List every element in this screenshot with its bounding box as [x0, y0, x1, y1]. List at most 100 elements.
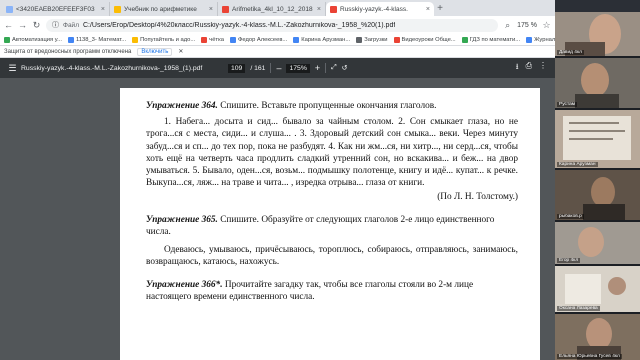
- bookmark-label: Видеоуроки Обще...: [401, 36, 456, 43]
- tab-favicon-icon: [6, 5, 13, 13]
- bookmark-icon: [201, 36, 208, 43]
- bookmark-icon: [4, 36, 10, 43]
- print-icon[interactable]: ⎙: [526, 61, 532, 75]
- zoom-in-button[interactable]: +: [315, 63, 320, 73]
- exercise-364-title: Упражнение 364.: [146, 101, 218, 111]
- pdf-actions: ⭳ ⎙ ⋮: [516, 61, 547, 75]
- tab-label: <3420EAEB20EFEEF3F03: [16, 5, 95, 13]
- participant-name: Егор 4кл: [557, 258, 581, 263]
- bookmark-icon: [461, 36, 468, 43]
- fit-page-icon[interactable]: ⤢: [331, 64, 336, 72]
- exercise-365-title: Упражнение 365.: [146, 214, 218, 225]
- exercise-365-heading: Упражнение 365. Спишите. Образуйте от сл…: [146, 214, 518, 238]
- zoom-indicator[interactable]: 175 %: [517, 22, 537, 29]
- rotate-icon[interactable]: ↺: [342, 64, 348, 72]
- bookmark-icon: [67, 36, 74, 43]
- tab-strip: <3420EAEB20EFEEF3F03 × Учебник по арифмет…: [0, 0, 555, 16]
- participant-name: Рустам: [557, 102, 578, 107]
- tab-1[interactable]: Учебник по арифметике ×: [110, 2, 218, 16]
- exercise-366-heading: Упражнение 366*. Прочитайте загадку так,…: [146, 279, 518, 303]
- forward-icon[interactable]: →: [18, 20, 27, 30]
- participant-video: [575, 63, 619, 108]
- bookmark-item[interactable]: 1138_3- Математ...: [67, 36, 127, 43]
- bookmark-icon: [526, 36, 533, 43]
- browser-window: <3420EAEB20EFEEF3F03 × Учебник по арифмет…: [0, 0, 583, 360]
- zoom-out-button[interactable]: –: [276, 63, 281, 73]
- download-icon[interactable]: ⭳: [516, 61, 519, 75]
- browser-toolbar: ← → ↻ ⓘ Файл C:/Users/Егор/Desktop/4%20к…: [0, 16, 555, 34]
- pdf-page: Упражнение 364. Спишите. Вставьте пропущ…: [120, 88, 540, 360]
- bookmark-icon: [132, 36, 139, 43]
- participant-video: [583, 177, 625, 220]
- close-icon[interactable]: ×: [101, 6, 105, 13]
- close-icon[interactable]: ×: [317, 6, 321, 13]
- url-scheme: Файл: [63, 21, 79, 29]
- bookmark-label: Карина Арузман...: [301, 36, 351, 43]
- bookmark-label: чётка: [209, 36, 224, 43]
- infobar-text: Защита от вредоносных программ отключена: [4, 48, 132, 55]
- divider: [270, 63, 272, 73]
- participant-tile[interactable]: Карина Арузман: [555, 110, 640, 168]
- tab-0[interactable]: <3420EAEB20EFEEF3F03 ×: [2, 2, 110, 16]
- participant-tile[interactable]: Рустам: [555, 58, 640, 108]
- pdf-filename: Russkiy-yazyk.-4-klass.-M.L.-Zakozhurnik…: [21, 64, 203, 72]
- tab-label: Russkiy-yazyk.-4-klass.: [340, 5, 408, 13]
- page-number-input[interactable]: 109: [228, 63, 246, 73]
- close-icon[interactable]: ×: [209, 6, 213, 13]
- folder-icon: [356, 36, 363, 43]
- zoom-input[interactable]: 175%: [286, 63, 310, 73]
- pdf-page-controls: 109 / 161 – 175% + ⤢ ↺: [228, 63, 347, 73]
- tab-2[interactable]: Arifmetika_4kl_10_12_2018 ×: [218, 2, 326, 16]
- bookmark-item[interactable]: чётка: [201, 36, 224, 43]
- participant-name: Давид 4кл: [557, 50, 584, 55]
- bookmark-label: Загрузки: [364, 36, 388, 43]
- bookmark-label: ГДЗ по математи...: [469, 36, 521, 43]
- bookmark-item[interactable]: Попугайтель и адо...: [132, 36, 196, 43]
- close-icon[interactable]: ×: [426, 6, 430, 13]
- tab-label: Arifmetika_4kl_10_12_2018: [232, 5, 313, 13]
- exercise-364-text: 1. Набега... досыта и сид... бывало за ч…: [146, 117, 518, 189]
- bookmark-label: 1138_3- Математ...: [75, 36, 127, 43]
- bookmark-icon: [293, 36, 300, 43]
- bookmark-item[interactable]: Федор Алексеев...: [229, 36, 288, 43]
- pdf-viewport[interactable]: Упражнение 364. Спишите. Вставьте пропущ…: [0, 78, 555, 360]
- participant-tile[interactable]: рыбаков.р: [555, 170, 640, 220]
- new-tab-button[interactable]: +: [434, 2, 446, 16]
- bookmark-item[interactable]: Автоматизация у...: [4, 36, 62, 43]
- tab-favicon-icon: [114, 5, 121, 13]
- participant-name: Карина Арузман: [557, 162, 598, 167]
- bookmark-item[interactable]: ГДЗ по математи...: [461, 36, 521, 43]
- participant-tile[interactable]: Егор 4кл: [555, 222, 640, 264]
- participant-video: [563, 116, 631, 160]
- bookmark-label: Федор Алексеев...: [237, 36, 288, 43]
- bookmark-item[interactable]: Видеоуроки Обще...: [393, 36, 456, 43]
- reload-icon[interactable]: ↻: [32, 20, 41, 31]
- star-icon[interactable]: ☆: [542, 20, 551, 31]
- info-icon[interactable]: ⓘ: [52, 20, 59, 30]
- close-icon[interactable]: ✕: [178, 48, 183, 55]
- search-icon[interactable]: ⌕: [503, 20, 512, 31]
- more-icon[interactable]: ⋮: [539, 61, 547, 75]
- bookmark-icon: [229, 36, 236, 43]
- participant-tile[interactable]: Ельяна Юрьевна Гусев 4кл: [555, 314, 640, 360]
- participant-tile[interactable]: Оксана Лазарева: [555, 266, 640, 312]
- enable-protection-button[interactable]: Включить: [137, 47, 173, 56]
- participant-name: Ельяна Юрьевна Гусев 4кл: [557, 354, 622, 359]
- exercise-366-title: Упражнение 366*.: [146, 280, 223, 291]
- menu-icon[interactable]: ☰: [8, 63, 17, 74]
- url-text: C:/Users/Егор/Desktop/4%20класс/Russkiy-…: [82, 21, 396, 29]
- tab-favicon-icon: [222, 5, 229, 13]
- bookmark-icon: [393, 36, 400, 43]
- pdf-favicon-icon: [330, 5, 337, 13]
- address-bar[interactable]: ⓘ Файл C:/Users/Егор/Desktop/4%20класс/R…: [46, 18, 499, 32]
- bookmark-label: Автоматизация у...: [12, 36, 62, 43]
- security-infobar: Защита от вредоносных программ отключена…: [0, 46, 555, 58]
- back-icon[interactable]: ←: [4, 20, 13, 30]
- participant-tile[interactable]: Давид 4кл: [555, 12, 640, 56]
- tab-label: Учебник по арифметике: [124, 5, 197, 13]
- exercise-365-text: Одеваюсь, умываюсь, причёсываюсь, торопл…: [146, 244, 518, 268]
- bookmark-item[interactable]: Карина Арузман...: [293, 36, 351, 43]
- bookmark-label: Попугайтель и адо...: [140, 36, 196, 43]
- bookmark-item[interactable]: Загрузки: [356, 36, 388, 43]
- tab-3-active[interactable]: Russkiy-yazyk.-4-klass. ×: [326, 2, 434, 16]
